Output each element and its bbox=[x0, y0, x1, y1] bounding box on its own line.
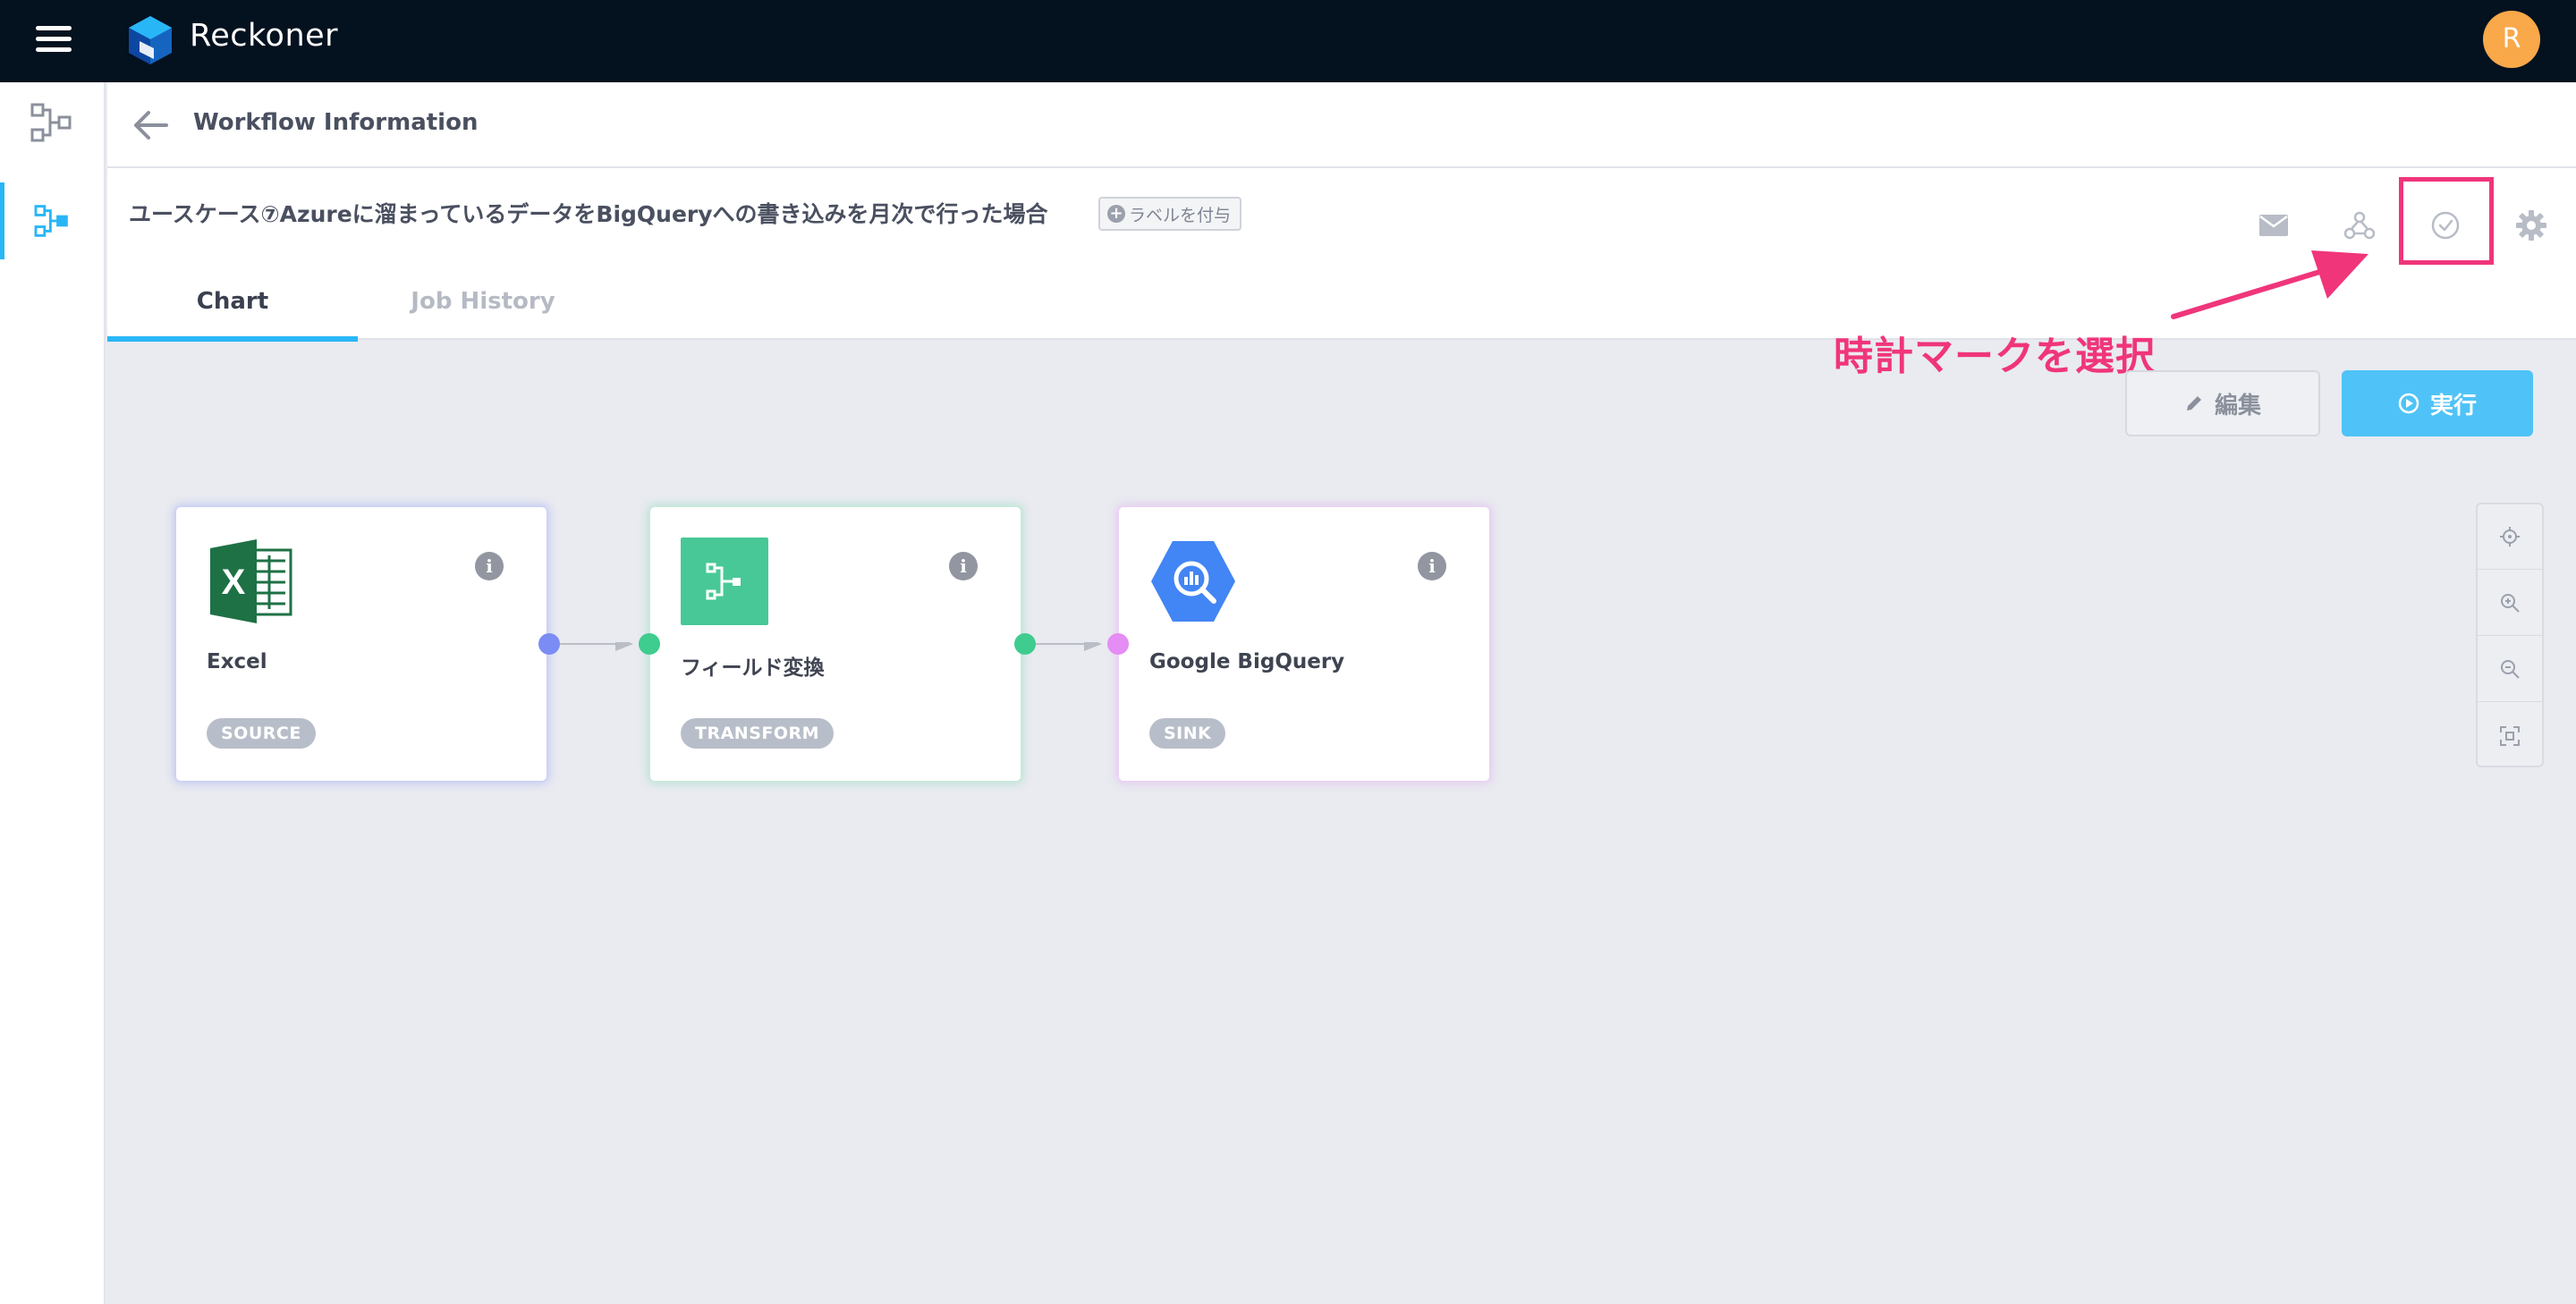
page-title: Workflow Information bbox=[193, 109, 479, 136]
pencil-icon bbox=[2186, 396, 2201, 411]
reckoner-logo bbox=[129, 16, 172, 64]
excel-icon: X bbox=[210, 539, 292, 623]
add-label-text: ラベルを付与 bbox=[1129, 205, 1232, 225]
node-label: Google BigQuery bbox=[1149, 650, 1345, 673]
input-port[interactable] bbox=[639, 633, 660, 655]
run-label: 実行 bbox=[2429, 392, 2477, 419]
workflow-icon bbox=[34, 205, 68, 237]
run-button[interactable]: 実行 bbox=[2342, 370, 2533, 436]
play-circle-icon bbox=[2398, 393, 2419, 414]
user-avatar[interactable]: R bbox=[2483, 11, 2540, 68]
output-port[interactable] bbox=[1014, 633, 1036, 655]
info-icon[interactable]: i bbox=[475, 552, 504, 580]
node-label: Excel bbox=[207, 650, 267, 673]
bigquery-icon bbox=[1151, 541, 1235, 622]
node-type-badge: SINK bbox=[1149, 718, 1226, 749]
node-type-badge: SOURCE bbox=[207, 718, 316, 749]
input-port[interactable] bbox=[1107, 633, 1129, 655]
tab-chart[interactable]: Chart bbox=[107, 288, 358, 342]
output-port[interactable] bbox=[538, 633, 560, 655]
center-icon[interactable] bbox=[2478, 504, 2542, 570]
connector-arrow bbox=[1036, 642, 1102, 651]
back-arrow-icon[interactable] bbox=[131, 106, 170, 145]
zoom-toolbar bbox=[2476, 503, 2544, 767]
edit-label: 編集 bbox=[2214, 392, 2261, 419]
edit-button[interactable]: 編集 bbox=[2125, 370, 2320, 436]
tab-job-history[interactable]: Job History bbox=[358, 288, 608, 340]
plus-icon: + bbox=[1107, 205, 1125, 223]
node-label: フィールド変換 bbox=[681, 656, 825, 680]
sidebar-item-workflow[interactable] bbox=[0, 181, 104, 261]
node-excel[interactable]: X i Excel SOURCE bbox=[175, 506, 547, 782]
node-transform[interactable]: i フィールド変換 TRANSFORM bbox=[649, 506, 1021, 782]
node-bigquery[interactable]: i Google BigQuery SINK bbox=[1118, 506, 1490, 782]
info-icon[interactable]: i bbox=[1418, 552, 1446, 580]
connector-arrow bbox=[560, 642, 633, 651]
workflow-icon bbox=[30, 103, 72, 142]
svg-text:X: X bbox=[222, 563, 246, 602]
transform-icon bbox=[681, 538, 768, 625]
gear-icon[interactable] bbox=[2512, 206, 2551, 245]
zoom-in-icon[interactable] bbox=[2478, 571, 2542, 636]
menu-icon[interactable] bbox=[36, 21, 72, 57]
annotation-arrow bbox=[2171, 250, 2368, 319]
info-icon[interactable]: i bbox=[949, 552, 978, 580]
app-title: Reckoner bbox=[190, 18, 339, 54]
clock-icon[interactable] bbox=[2426, 206, 2465, 245]
add-label-button[interactable]: + ラベルを付与 bbox=[1098, 197, 1242, 231]
sidebar-item-workflow-top[interactable] bbox=[0, 82, 104, 163]
top-bar: Reckoner R bbox=[0, 0, 2576, 82]
workflow-name: ユースケース⑦Azureに溜まっているデータをBigQueryへの書き込みを月次… bbox=[129, 201, 1048, 227]
fit-icon[interactable] bbox=[2478, 703, 2542, 768]
subheader: Workflow Information bbox=[107, 82, 2576, 168]
node-type-badge: TRANSFORM bbox=[681, 718, 835, 749]
sidebar bbox=[0, 82, 106, 1304]
annotation-text: 時計マークを選択 bbox=[1834, 334, 2156, 379]
zoom-out-icon[interactable] bbox=[2478, 637, 2542, 702]
